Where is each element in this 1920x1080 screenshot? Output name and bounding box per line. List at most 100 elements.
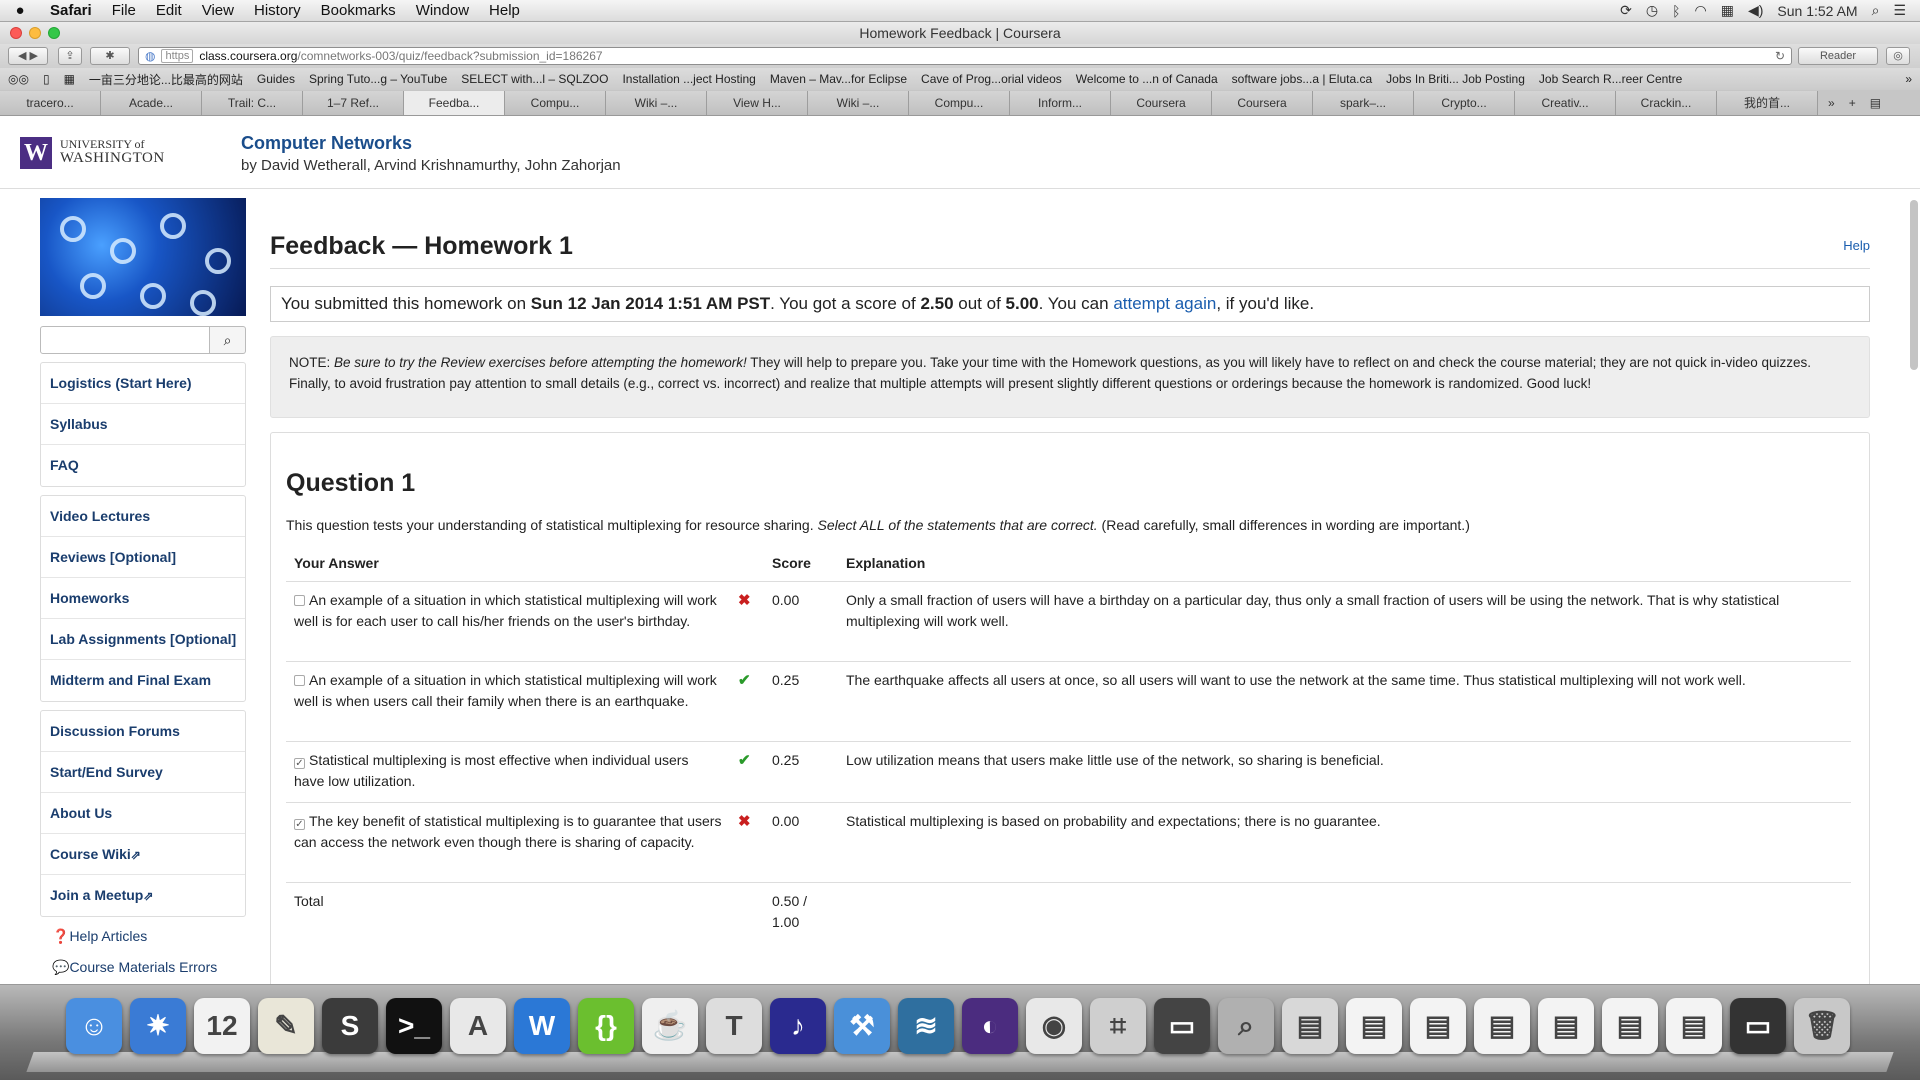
menu-app-name[interactable]: Safari (40, 2, 102, 19)
address-bar[interactable]: ◍ https class.coursera.org/comnetworks-0… (138, 47, 1792, 65)
back-forward-button[interactable]: ◀ ▶ (8, 47, 48, 65)
calculator-icon[interactable]: ⌗ (1090, 998, 1146, 1054)
menu-file[interactable]: File (102, 2, 146, 19)
browser-tab[interactable]: View H... (707, 90, 808, 115)
sidebar-item-exams[interactable]: Midterm and Final Exam (41, 660, 245, 701)
audacity-icon[interactable]: ♪ (770, 998, 826, 1054)
minimized-window-icon[interactable]: ▭ (1730, 998, 1786, 1054)
attempt-again-link[interactable]: attempt again (1113, 294, 1216, 313)
bookmarks-icon[interactable]: ▯ (43, 72, 50, 86)
bookmark-item[interactable]: Installation ...ject Hosting (622, 72, 755, 86)
pdf-document-icon[interactable]: ▤ (1538, 998, 1594, 1054)
bookmark-item[interactable]: SELECT with...l – SQLZOO (461, 72, 608, 86)
help-articles-link[interactable]: ❓Help Articles (40, 925, 246, 947)
texshop-icon[interactable]: T (706, 998, 762, 1054)
trash-icon[interactable]: 🗑 (1794, 998, 1850, 1054)
acrobat-icon[interactable]: A (450, 998, 506, 1054)
sidebar-item-survey[interactable]: Start/End Survey (41, 752, 245, 793)
browser-tab[interactable]: Creativ... (1515, 90, 1616, 115)
course-title-link[interactable]: Computer Networks (241, 133, 412, 154)
sidebar-item-video-lectures[interactable]: Video Lectures (41, 496, 245, 537)
browser-tab[interactable]: Coursera (1212, 90, 1313, 115)
bookmark-item[interactable]: Welcome to ...n of Canada (1076, 72, 1218, 86)
reading-list-icon[interactable]: ◎◎ (8, 72, 29, 86)
documents-folder-icon[interactable]: ▤ (1282, 998, 1338, 1054)
top-sites-icon[interactable]: ▦ (64, 72, 75, 86)
uw-logo-icon[interactable]: W (20, 137, 52, 169)
browser-tab[interactable]: spark–... (1313, 90, 1414, 115)
menu-window[interactable]: Window (406, 2, 479, 19)
search-input[interactable] (40, 326, 210, 354)
answer-checkbox[interactable] (294, 674, 305, 686)
json-editor-icon[interactable]: {} (578, 998, 634, 1054)
browser-tab-active[interactable]: Feedba... (404, 90, 505, 115)
chrome-icon[interactable]: ◉ (1026, 998, 1082, 1054)
browser-tab[interactable]: Trail: C... (202, 90, 303, 115)
sidebar-item-about-us[interactable]: About Us (41, 793, 245, 834)
answer-checkbox[interactable]: ✓ (294, 757, 305, 769)
finder-icon[interactable]: ☺ (66, 998, 122, 1054)
time-machine-icon[interactable]: ◷ (1646, 2, 1658, 19)
browser-tab[interactable]: Coursera (1111, 90, 1212, 115)
sidebar-item-discussion-forums[interactable]: Discussion Forums (41, 711, 245, 752)
minimize-window-icon[interactable] (29, 27, 41, 39)
bookmark-item[interactable]: Guides (257, 72, 295, 86)
bookmark-item[interactable]: Jobs In Briti... Job Posting (1386, 72, 1525, 86)
help-link[interactable]: Help (1843, 238, 1870, 253)
reader-button[interactable]: Reader (1798, 47, 1878, 65)
extensions-button[interactable]: ✱ (90, 47, 130, 65)
sidebar-item-course-wiki[interactable]: Course Wiki⇗ (41, 834, 245, 875)
sync-status-icon[interactable]: ⟳ (1620, 2, 1632, 19)
menu-bookmarks[interactable]: Bookmarks (311, 2, 406, 19)
pdf-document-icon[interactable]: ▤ (1602, 998, 1658, 1054)
word-document-icon[interactable]: ▤ (1410, 998, 1466, 1054)
apple-menu-icon[interactable]: ● (0, 2, 40, 19)
browser-tab[interactable]: Compu... (505, 90, 606, 115)
eclipse-icon[interactable]: ◐ (962, 998, 1018, 1054)
browser-tab[interactable]: 我的首... (1717, 90, 1818, 115)
notification-center-icon[interactable]: ☰ (1893, 2, 1906, 19)
text-document-icon[interactable]: ▤ (1666, 998, 1722, 1054)
share-button[interactable]: ⇪ (58, 47, 82, 65)
reload-icon[interactable]: ↻ (1775, 49, 1785, 63)
terminal-icon[interactable]: >_ (386, 998, 442, 1054)
safari-icon[interactable]: ✷ (130, 998, 186, 1054)
sidebar-item-homeworks[interactable]: Homeworks (41, 578, 245, 619)
sidebar-item-logistics[interactable]: Logistics (Start Here) (41, 363, 245, 404)
bookmark-item[interactable]: Spring Tuto...g – YouTube (309, 72, 447, 86)
bookmark-item[interactable]: Maven – Mav...for Eclipse (770, 72, 907, 86)
wifi-icon[interactable]: ◠ (1695, 2, 1707, 19)
bookmark-item[interactable]: software jobs...a | Eluta.ca (1232, 72, 1373, 86)
preview-icon[interactable]: ⌕ (1218, 998, 1274, 1054)
downloads-button[interactable]: ◎ (1886, 47, 1910, 65)
volume-icon[interactable]: ◀) (1748, 2, 1763, 19)
search-icon[interactable]: ⌕ (210, 326, 246, 354)
bluetooth-icon[interactable]: ᛒ (1672, 3, 1680, 19)
java-icon[interactable]: ☕ (642, 998, 698, 1054)
menu-help[interactable]: Help (479, 2, 530, 19)
course-materials-errors-link[interactable]: 💬Course Materials Errors (40, 956, 246, 978)
new-tab-icon[interactable]: + (1849, 96, 1856, 110)
bookmark-item[interactable]: Cave of Prog...orial videos (921, 72, 1062, 86)
sublime-text-icon[interactable]: S (322, 998, 378, 1054)
browser-tab[interactable]: Inform... (1010, 90, 1111, 115)
sidebar-item-lab-assignments[interactable]: Lab Assignments [Optional] (41, 619, 245, 660)
xcode-icon[interactable]: ⚒ (834, 998, 890, 1054)
browser-tab[interactable]: Compu... (909, 90, 1010, 115)
keynote-icon[interactable]: ▭ (1154, 998, 1210, 1054)
browser-tab[interactable]: Acade... (101, 90, 202, 115)
sidebar-item-faq[interactable]: FAQ (41, 445, 245, 486)
pdf-document-icon[interactable]: ▤ (1346, 998, 1402, 1054)
calendar-icon[interactable]: 12 (194, 998, 250, 1054)
browser-tab[interactable]: tracero... (0, 90, 101, 115)
browser-tab[interactable]: 1–7 Ref... (303, 90, 404, 115)
mysql-workbench-icon[interactable]: ≋ (898, 998, 954, 1054)
browser-tab[interactable]: Crackin... (1616, 90, 1717, 115)
menubar-clock[interactable]: Sun 1:52 AM (1777, 3, 1857, 19)
menu-history[interactable]: History (244, 2, 311, 19)
close-window-icon[interactable] (10, 27, 22, 39)
menu-view[interactable]: View (192, 2, 244, 19)
textedit-icon[interactable]: ✎ (258, 998, 314, 1054)
pdf-document-icon[interactable]: ▤ (1474, 998, 1530, 1054)
bookmark-item[interactable]: 一亩三分地论...比最高的网站 (89, 71, 243, 88)
